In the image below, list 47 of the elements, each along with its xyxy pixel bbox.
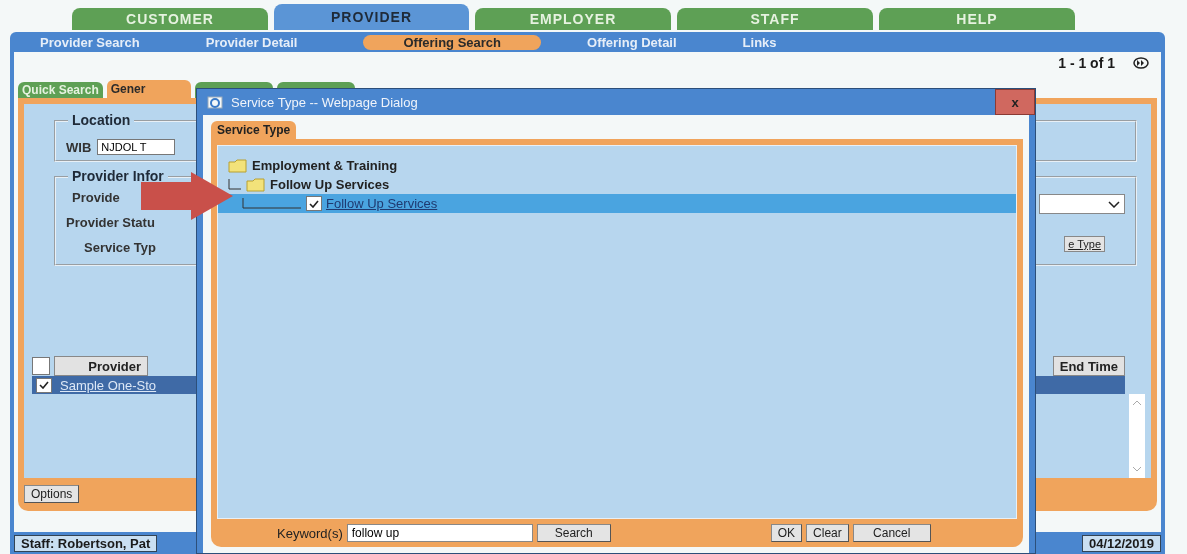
dropdown[interactable] (1039, 194, 1125, 214)
status-staff: Staff: Robertson, Pat (14, 534, 158, 552)
checkbox[interactable] (306, 196, 322, 211)
field-label: Service Typ (83, 240, 157, 255)
tree-label: Follow Up Services (270, 177, 390, 192)
pager-range: 1 - 1 of 1 (1058, 55, 1115, 71)
field-label: WIB (66, 139, 92, 155)
tree-row[interactable]: Follow Up Services (218, 175, 1016, 194)
dialog-button[interactable]: Clear (806, 524, 849, 542)
tree-connector (242, 197, 302, 210)
nav-link[interactable]: Offering Search (363, 34, 541, 50)
dialog-tab[interactable]: Service Type (211, 121, 297, 139)
table-cell[interactable]: Sample One-Sto (60, 377, 157, 393)
wib-field[interactable]: NJDOL T (97, 139, 176, 155)
close-button[interactable]: x (995, 89, 1035, 115)
dialog-title: Service Type -- Webpage Dialog (231, 94, 418, 110)
scroll-up-icon[interactable] (1132, 400, 1142, 406)
tree-row[interactable]: Follow Up Services (218, 194, 1016, 213)
column-header[interactable]: End Time (1052, 356, 1125, 376)
status-date: 04/12/2019 (1081, 534, 1161, 552)
field-label: Provide (71, 190, 121, 205)
keyword-field[interactable]: follow up (346, 524, 533, 542)
options-button[interactable]: Options (24, 485, 80, 503)
dialog-button[interactable]: Cancel (852, 524, 931, 542)
folder-icon (246, 177, 266, 192)
fast-forward-icon[interactable] (1133, 57, 1149, 69)
search-button[interactable]: Search (536, 524, 611, 542)
folder-icon (228, 158, 248, 173)
tree-row[interactable]: Employment & Training (218, 156, 1016, 175)
chevron-down-icon (1108, 200, 1120, 208)
fieldset-legend: Location (68, 112, 135, 128)
dialog-button[interactable]: OK (770, 524, 803, 542)
sub-tab[interactable]: Gener (106, 80, 191, 98)
tree-label: Employment & Training (252, 158, 398, 173)
field-label: Provider Statu (66, 215, 156, 230)
scrollbar[interactable] (1129, 394, 1145, 478)
top-tab[interactable]: PROVIDER (274, 4, 469, 30)
scroll-down-icon[interactable] (1132, 466, 1142, 472)
keyword-label: Keyword(s) (277, 525, 343, 541)
tree-link[interactable]: Follow Up Services (326, 196, 438, 211)
select-all-checkbox[interactable] (32, 357, 50, 375)
tree-connector (228, 178, 242, 191)
service-type-button[interactable]: e Type (1064, 236, 1105, 252)
checkbox[interactable] (36, 377, 52, 393)
browser-icon (207, 95, 223, 109)
fieldset-legend: Provider Infor (68, 168, 168, 184)
column-header[interactable]: Provider (54, 356, 148, 376)
